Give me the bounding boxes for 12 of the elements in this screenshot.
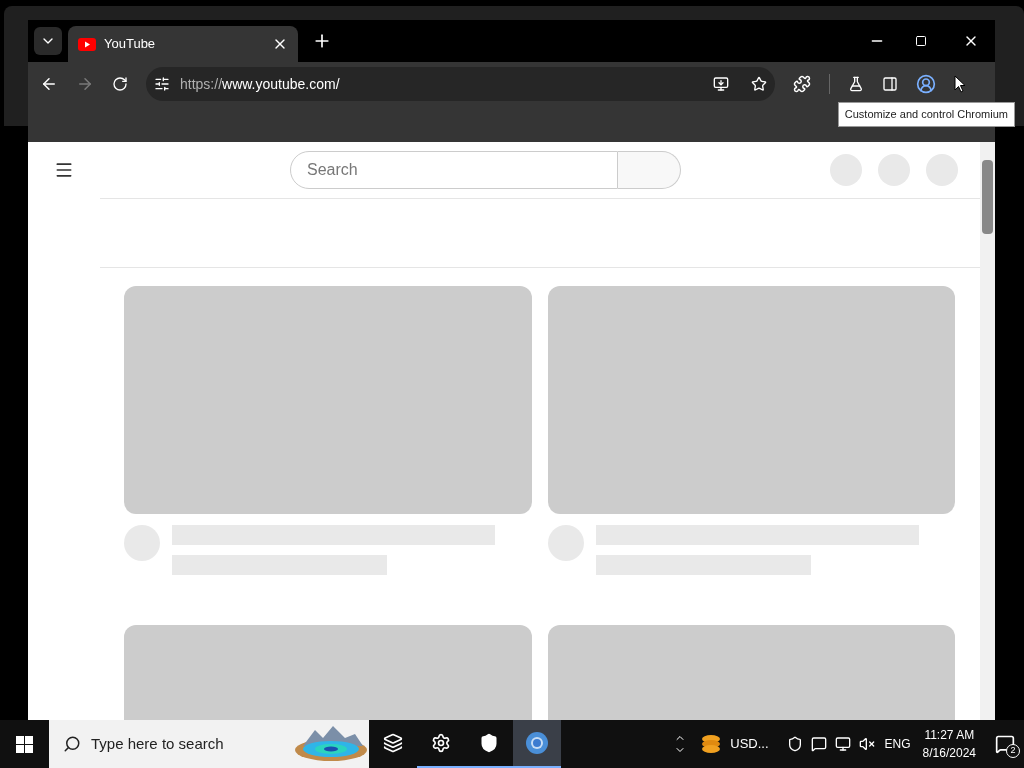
address-bar[interactable]: https://www.youtube.com/ <box>146 67 775 101</box>
tab-title: YouTube <box>104 35 157 54</box>
tooltip: Customize and control Chromium <box>837 102 1015 127</box>
clock[interactable]: 11:27 AM 8/16/2024 <box>922 726 976 762</box>
tray-app[interactable]: USD... <box>700 733 769 755</box>
url-text: https://www.youtube.com/ <box>180 74 341 94</box>
search-placeholder: Type here to search <box>91 733 225 754</box>
language-indicator[interactable]: ENG <box>884 735 911 753</box>
notifications-button[interactable]: 2 <box>990 720 1020 768</box>
taskbar-search-field[interactable]: Type here to search <box>49 720 369 768</box>
search-field[interactable]: Search <box>290 151 618 189</box>
browser-tab[interactable]: YouTube <box>68 26 298 62</box>
